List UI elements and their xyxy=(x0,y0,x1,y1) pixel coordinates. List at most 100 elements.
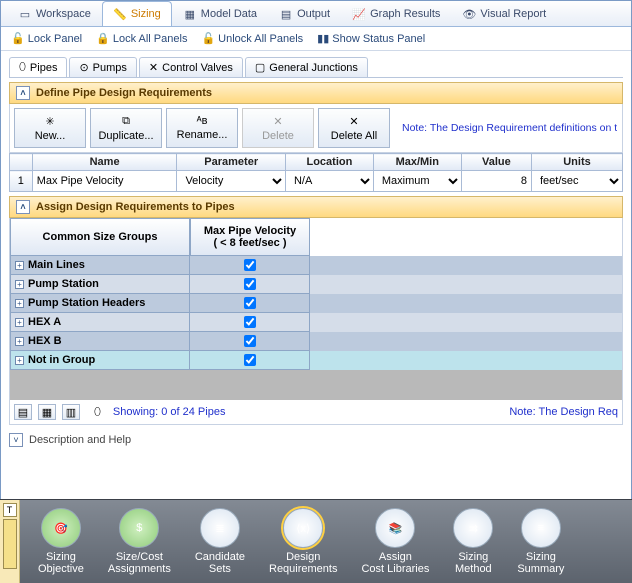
expand-description-button[interactable]: ˅ xyxy=(9,433,23,447)
expand-icon[interactable]: + xyxy=(15,356,24,365)
assign-section-title: Assign Design Requirements to Pipes xyxy=(36,201,235,213)
rename-button[interactable]: ᴬʙ Rename... xyxy=(166,108,238,148)
delete-label: Delete xyxy=(262,130,294,142)
delete-button[interactable]: ✕ Delete xyxy=(242,108,314,148)
tab-workspace-label: Workspace xyxy=(36,8,91,20)
tab-visual-label: Visual Report xyxy=(480,8,546,20)
delete-all-button[interactable]: ✕Delete All xyxy=(318,108,390,148)
view-mode-1-button[interactable]: ▤ xyxy=(14,404,32,420)
chk-hexb[interactable] xyxy=(244,335,256,347)
tab-graph[interactable]: 📈Graph Results xyxy=(341,1,451,26)
pipe-icon: ⬯ xyxy=(94,406,101,419)
lock-panel-button[interactable]: 🔓Lock Panel xyxy=(11,32,82,45)
unlock-all-button[interactable]: 🔓Unlock All Panels xyxy=(201,32,303,45)
assign-gray-area xyxy=(10,370,622,400)
row1-maxmin-select[interactable]: Maximum xyxy=(374,171,461,191)
assign-note: Note: The Design Req xyxy=(509,406,618,418)
expand-icon[interactable]: + xyxy=(15,261,24,270)
group-hexa-cell[interactable]: +HEX A xyxy=(10,313,190,332)
group-row-not-in-group: +Not in Group xyxy=(10,351,622,370)
tab-sizing-label: Sizing xyxy=(131,8,161,20)
nav-sizing-summary-label: Sizing Summary xyxy=(517,551,564,575)
rename-icon: ᴬʙ xyxy=(197,115,208,127)
nav-sizing-summary[interactable]: ≡Sizing Summary xyxy=(517,508,564,575)
group-nig-cell[interactable]: +Not in Group xyxy=(10,351,190,370)
chk-pump-station[interactable] xyxy=(244,278,256,290)
nav-sizing-method[interactable]: ⇉Sizing Method xyxy=(453,508,493,575)
view-mode-2-button[interactable]: ▦ xyxy=(38,404,56,420)
description-label: Description and Help xyxy=(29,434,131,446)
workspace-icon: ▭ xyxy=(18,7,32,21)
assign-box: Common Size Groups Max Pipe Velocity ( <… xyxy=(9,218,623,425)
chk-nig[interactable] xyxy=(244,354,256,366)
expand-icon[interactable]: + xyxy=(15,318,24,327)
rail-tab-button[interactable] xyxy=(3,519,17,569)
subtab-pumps[interactable]: ⊙Pumps xyxy=(69,57,136,77)
define-section-header: ˄ Define Pipe Design Requirements xyxy=(9,82,623,104)
col-value: Value xyxy=(461,154,531,171)
col-name: Name xyxy=(32,154,177,171)
model-data-icon: ▦ xyxy=(183,7,197,21)
lock-panel-label: Lock Panel xyxy=(28,33,82,45)
define-section-title: Define Pipe Design Requirements xyxy=(36,87,212,99)
lock-toolbar: 🔓Lock Panel 🔒Lock All Panels 🔓Unlock All… xyxy=(1,27,631,51)
row1-value-input[interactable] xyxy=(462,171,531,191)
bottom-rail: T xyxy=(0,500,20,583)
row1-location-select[interactable]: N/A xyxy=(286,171,373,191)
delete-icon: ✕ xyxy=(273,115,282,128)
define-button-row: ✳New... ⧉Duplicate... ᴬʙRename... ✕Delet… xyxy=(9,104,623,153)
nav-size-cost-label: Size/Cost Assignments xyxy=(108,551,171,575)
target-icon: 🎯 xyxy=(41,508,81,548)
subtab-general-junctions[interactable]: ▢General Junctions xyxy=(245,57,368,77)
tab-model-data[interactable]: ▦Model Data xyxy=(172,1,268,26)
expand-icon[interactable]: + xyxy=(15,299,24,308)
rail-text-button[interactable]: T xyxy=(3,503,17,517)
nav-size-cost[interactable]: $Size/Cost Assignments xyxy=(108,508,171,575)
new-button[interactable]: ✳New... xyxy=(14,108,86,148)
nav-design-requirements[interactable]: ⟨x⟩Design Requirements xyxy=(269,508,337,575)
collapse-assign-button[interactable]: ˄ xyxy=(16,200,30,214)
view-mode-3-button[interactable]: ▥ xyxy=(62,404,80,420)
tab-workspace[interactable]: ▭ Workspace xyxy=(7,1,102,26)
duplicate-button[interactable]: ⧉Duplicate... xyxy=(90,108,162,148)
definition-note: Note: The Design Requirement definitions… xyxy=(402,122,617,134)
tab-output[interactable]: ▤Output xyxy=(268,1,341,26)
nav-cost-lib-label: Assign Cost Libraries xyxy=(361,551,429,575)
nav-assign-cost-libraries[interactable]: 📚Assign Cost Libraries xyxy=(361,508,429,575)
delete-all-label: Delete All xyxy=(331,130,377,142)
pipes-icon: ⬯ xyxy=(19,61,26,74)
subtab-control-valves[interactable]: ✕Control Valves xyxy=(139,57,243,77)
eye-icon: 👁 xyxy=(462,7,476,21)
sub-tab-bar: ⬯Pipes ⊙Pumps ✕Control Valves ▢General J… xyxy=(9,57,623,78)
assign-col-groups: Common Size Groups xyxy=(10,218,190,256)
chk-main-lines[interactable] xyxy=(244,259,256,271)
chk-hexa[interactable] xyxy=(244,316,256,328)
pumps-icon: ⊙ xyxy=(79,61,88,74)
nav-candidate-sets[interactable]: ≣Candidate Sets xyxy=(195,508,245,575)
group-hexb-cell[interactable]: +HEX B xyxy=(10,332,190,351)
assign-header-row: Common Size Groups Max Pipe Velocity ( <… xyxy=(10,218,622,256)
row1-parameter-select[interactable]: Velocity xyxy=(177,171,285,191)
chk-psh[interactable] xyxy=(244,297,256,309)
nav-sizing-objective[interactable]: 🎯Sizing Objective xyxy=(38,508,84,575)
expand-icon[interactable]: + xyxy=(15,337,24,346)
show-status-button[interactable]: ▮▮Show Status Panel xyxy=(317,32,425,45)
list-icon: ≣ xyxy=(200,508,240,548)
collapse-define-button[interactable]: ˄ xyxy=(16,86,30,100)
row1-units-select[interactable]: feet/sec xyxy=(532,171,622,191)
lock-all-button[interactable]: 🔒Lock All Panels xyxy=(96,32,187,45)
rename-label: Rename... xyxy=(177,129,228,141)
row1-name-input[interactable] xyxy=(33,171,177,191)
group-psh-cell[interactable]: +Pump Station Headers xyxy=(10,294,190,313)
unlock-icon: 🔓 xyxy=(11,32,25,45)
tab-visual[interactable]: 👁 Visual Report xyxy=(451,1,557,26)
subtab-pipes[interactable]: ⬯Pipes xyxy=(9,57,67,77)
group-pump-station-cell[interactable]: +Pump Station xyxy=(10,275,190,294)
expand-icon[interactable]: + xyxy=(15,280,24,289)
subtab-cv-label: Control Valves xyxy=(162,62,233,74)
sub-tabs-wrap: ⬯Pipes ⊙Pumps ✕Control Valves ▢General J… xyxy=(1,51,631,78)
tab-sizing[interactable]: 📏Sizing xyxy=(102,1,172,26)
bottom-nav: T 🎯Sizing Objective $Size/Cost Assignmen… xyxy=(0,499,632,583)
group-main-lines-cell[interactable]: +Main Lines xyxy=(10,256,190,275)
group-row-pump-station: +Pump Station xyxy=(10,275,622,294)
